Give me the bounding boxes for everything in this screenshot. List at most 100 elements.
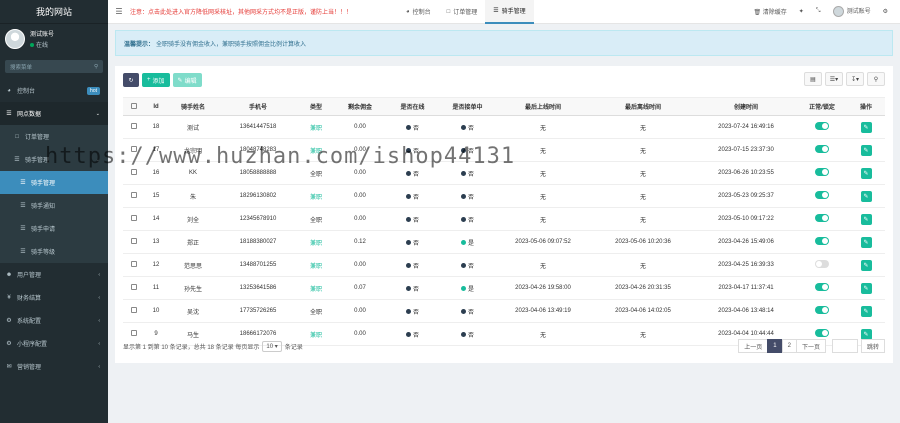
col-last-offline[interactable]: 最后离线时间	[591, 97, 695, 116]
jump-page-input[interactable]	[831, 339, 858, 353]
col-name[interactable]: 骑手姓名	[167, 97, 219, 116]
sidebar-item-network-data[interactable]: ☰ 网点数据 ⌄	[0, 102, 108, 125]
table-row[interactable]: 11 孙先生 13253641586 兼职 0.07 否是 2023-04-26 19:58…	[123, 276, 885, 300]
cell-created: 2023-05-10 09:17:22	[695, 207, 797, 231]
columns-button[interactable]: ☰▾	[825, 72, 843, 86]
tab-dashboard[interactable]: ◕ 控制台	[398, 0, 439, 24]
sidebar-item-rider-notice[interactable]: ☰ 骑手通知	[0, 194, 108, 217]
status-toggle[interactable]	[815, 191, 829, 199]
notice-text[interactable]: 注意：点击此处进入官方降低网采核址，其他网采方式均不是正版，谨防上当！！！	[130, 7, 398, 16]
sidebar-item-rider-management[interactable]: ☰ 骑手管理	[0, 171, 108, 194]
status-toggle[interactable]	[815, 122, 829, 130]
menu-toggle-icon[interactable]: ☰	[108, 7, 130, 16]
language-icon[interactable]: ✦	[799, 8, 804, 15]
table-row[interactable]: 16 KK 18058888888 全职 0.00 否否无无 2023-06-26 10:2…	[123, 161, 885, 185]
edit-row-button[interactable]: ✎	[860, 305, 872, 317]
status-toggle[interactable]	[815, 237, 829, 245]
refresh-button[interactable]: ↻	[123, 73, 139, 87]
col-taking[interactable]: 是否接单中	[440, 97, 495, 116]
edit-row-button[interactable]: ✎	[860, 236, 872, 248]
sidebar-item-system[interactable]: ⚙ 系统配置 ‹	[0, 309, 108, 332]
edit-row-button[interactable]: ✎	[860, 328, 872, 340]
select-all-checkbox[interactable]	[123, 97, 145, 116]
prev-page-button[interactable]: 上一页	[738, 339, 769, 353]
sidebar-item-orders[interactable]: □ 订单管理	[0, 125, 108, 148]
sidebar-item-finance[interactable]: ¥ 财务结算 ‹	[0, 286, 108, 309]
status-toggle[interactable]	[815, 329, 829, 337]
sidebar-item-miniprogram[interactable]: ⚙ 小程序配置 ‹	[0, 332, 108, 355]
settings-icon[interactable]: ⚙	[883, 8, 888, 15]
cell-balance: 0.07	[335, 276, 385, 300]
tab-riders[interactable]: ☰ 骑手管理	[485, 0, 534, 24]
status-toggle[interactable]	[815, 283, 829, 291]
export-button[interactable]: ↧▾	[846, 72, 864, 86]
status-toggle[interactable]	[815, 260, 829, 268]
list-icon: ☰	[20, 180, 26, 186]
col-last-online[interactable]: 最后上线时间	[495, 97, 591, 116]
fullscreen-icon[interactable]: ⤡	[816, 8, 821, 15]
search-icon[interactable]: ⚲	[94, 64, 98, 70]
sidebar-item-rider-group[interactable]: ☰ 骑手管理 ⌄	[0, 148, 108, 171]
row-checkbox[interactable]	[123, 230, 145, 254]
table-row[interactable]: 12 范思思 13488701255 兼职 0.00 否否无无 2023-04-25 16:…	[123, 253, 885, 277]
page-2-button[interactable]: 2	[781, 339, 797, 353]
edit-row-button[interactable]: ✎	[860, 167, 872, 179]
sidebar-search-input[interactable]: 搜索菜单 ⚲	[5, 60, 103, 73]
table-row[interactable]: 18 测试 13641447518 兼职 0.00 否否无无 2023-07-24 16:4…	[123, 115, 885, 139]
clear-cache-button[interactable]: 🗑 清除缓存	[753, 7, 786, 16]
sidebar-item-rider-apply[interactable]: ☰ 骑手申请	[0, 217, 108, 240]
row-checkbox[interactable]	[123, 276, 145, 300]
table-row[interactable]: 14 刘全 12345678910 全职 0.00 否否无无 2023-05-10 09:1…	[123, 207, 885, 231]
page-size-select[interactable]: 10 ▾	[262, 340, 282, 352]
cell-actions: ✎	[847, 230, 885, 254]
col-type[interactable]: 类型	[297, 97, 335, 116]
row-checkbox[interactable]	[123, 253, 145, 277]
col-id[interactable]: Id	[145, 97, 167, 116]
edit-row-button[interactable]: ✎	[860, 213, 872, 225]
online-status: 在线	[30, 40, 54, 49]
page-1-button[interactable]: 1	[767, 339, 783, 353]
jump-button[interactable]: 跳转	[860, 339, 885, 353]
sidebar-item-marketing[interactable]: ✉ 营销管理 ‹	[0, 355, 108, 378]
sidebar-item-rider-level[interactable]: ☰ 骑手等级	[0, 240, 108, 263]
search-button[interactable]: ⚲	[867, 72, 885, 86]
user-menu[interactable]: 测试账号	[832, 6, 871, 17]
edit-row-button[interactable]: ✎	[860, 190, 872, 202]
cell-taking: 否	[440, 207, 495, 231]
col-balance[interactable]: 剩余佣金	[335, 97, 385, 116]
table-row[interactable]: 15 朱 18296130802 兼职 0.00 否否无无 2023-05-23 09:25…	[123, 184, 885, 208]
tab-orders[interactable]: □ 订单管理	[439, 0, 486, 24]
edit-row-button[interactable]: ✎	[860, 121, 872, 133]
status-toggle[interactable]	[815, 214, 829, 222]
sidebar-item-dashboard[interactable]: ◕ 控制台 hot	[0, 79, 108, 102]
add-button[interactable]: + 添加	[142, 73, 170, 87]
table-row[interactable]: 13 郑正 18188380027 兼职 0.12 否是 2023-05-06 09:07:…	[123, 230, 885, 254]
next-page-button[interactable]: 下一页	[795, 339, 826, 353]
edit-row-button[interactable]: ✎	[860, 282, 872, 294]
edit-button[interactable]: ✎ 编辑	[172, 73, 202, 87]
row-checkbox[interactable]	[123, 207, 145, 231]
row-checkbox[interactable]	[123, 184, 145, 208]
row-checkbox[interactable]	[123, 299, 145, 323]
col-status[interactable]: 正常/锁定	[797, 97, 847, 116]
row-checkbox[interactable]	[123, 115, 145, 139]
status-toggle[interactable]	[815, 168, 829, 176]
pencil-icon: ✎	[177, 77, 183, 84]
row-checkbox[interactable]	[123, 161, 145, 185]
col-online[interactable]: 是否在线	[385, 97, 440, 116]
status-toggle[interactable]	[815, 145, 829, 153]
cell-type: 全职	[297, 207, 335, 231]
edit-row-button[interactable]: ✎	[860, 144, 872, 156]
row-checkbox[interactable]	[123, 138, 145, 162]
brand-title[interactable]: 我的网站	[0, 0, 108, 24]
edit-row-button[interactable]: ✎	[860, 259, 872, 271]
user-icon: ☻	[5, 271, 13, 278]
table-row[interactable]: 10 吴沈 17735726265 全职 0.00 否否 2023-04-06 13:49:…	[123, 299, 885, 323]
cell-phone: 18188380027	[219, 230, 297, 254]
status-toggle[interactable]	[815, 306, 829, 314]
sidebar-item-users[interactable]: ☻ 用户管理 ‹	[0, 263, 108, 286]
col-phone[interactable]: 手机号	[219, 97, 297, 116]
col-created[interactable]: 创建时间	[695, 97, 797, 116]
table-row[interactable]: 17 龙宗明 18048748283 兼职 0.00 否否无无 2023-07-15 23:…	[123, 138, 885, 162]
toggle-view-button[interactable]: ▤	[804, 72, 822, 86]
